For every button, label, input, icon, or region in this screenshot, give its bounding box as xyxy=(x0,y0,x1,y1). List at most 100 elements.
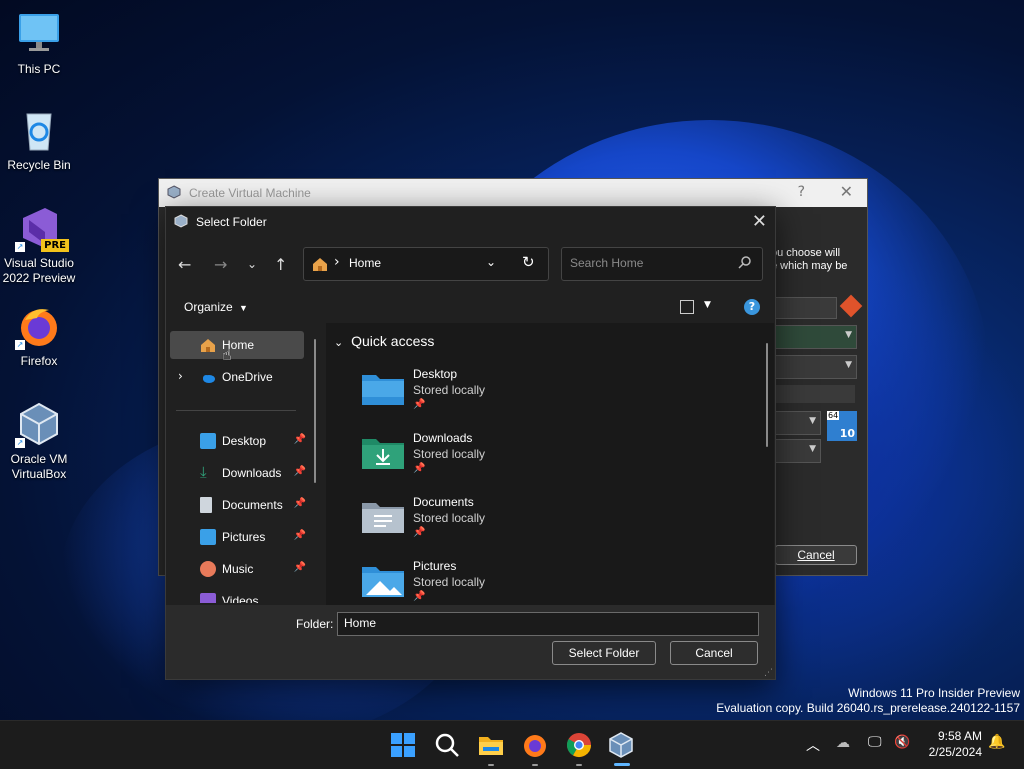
close-icon[interactable]: ✕ xyxy=(840,182,853,201)
navigation-pane: Home ☝ › OneDrive Desktop 📌 ⤓ Downloads … xyxy=(166,323,324,603)
onedrive-offline-icon[interactable]: ☁ xyxy=(836,735,850,751)
pin-icon: 📌 xyxy=(293,434,306,445)
version-combo[interactable]: ▼ xyxy=(775,439,821,463)
downloads-folder-icon xyxy=(362,435,404,469)
quick-access-item-pictures[interactable]: Pictures Stored locally 📌 xyxy=(362,559,662,605)
cancel-button[interactable]: Cancel xyxy=(670,641,758,665)
recent-locations-chevron-icon[interactable]: ⌄ xyxy=(247,257,257,271)
close-icon[interactable]: ✕ xyxy=(752,211,767,232)
document-icon xyxy=(200,497,212,513)
network-icon[interactable]: 🖵 xyxy=(868,734,882,750)
notification-bell-icon[interactable]: 🔔 xyxy=(988,734,1005,750)
download-icon: ⤓ xyxy=(200,463,207,481)
video-icon xyxy=(200,593,216,603)
help-icon[interactable]: ? xyxy=(744,299,760,315)
chrome-icon[interactable] xyxy=(565,731,593,759)
search-icon[interactable] xyxy=(433,731,461,759)
create-vm-titlebar[interactable]: Create Virtual Machine ? ✕ xyxy=(159,179,867,207)
nav-item-videos[interactable]: Videos xyxy=(170,587,304,603)
shortcut-arrow-icon: ↗ xyxy=(15,438,25,448)
view-options-button[interactable]: ▼ xyxy=(680,299,716,315)
desktop-folder-icon xyxy=(200,433,216,449)
nav-item-desktop[interactable]: Desktop 📌 xyxy=(170,427,306,455)
active-app-indicator xyxy=(614,763,630,766)
pin-icon: 📌 xyxy=(293,466,306,477)
nav-item-downloads[interactable]: ⤓ Downloads 📌 xyxy=(170,459,306,487)
pre-badge: PRE xyxy=(41,239,69,252)
shortcut-arrow-icon: ↗ xyxy=(15,340,25,350)
visual-studio-icon: PRE ↗ xyxy=(15,204,69,252)
desktop-icon-visual-studio[interactable]: PRE ↗ Visual Studio 2022 Preview xyxy=(2,204,76,286)
quick-access-item-desktop[interactable]: Desktop Stored locally 📌 xyxy=(362,367,662,423)
select-folder-button[interactable]: Select Folder xyxy=(552,641,656,665)
nav-item-music[interactable]: Music 📌 xyxy=(170,555,306,583)
nav-divider xyxy=(176,410,296,411)
search-box[interactable]: Search Home xyxy=(561,247,763,281)
desktop-icon-this-pc[interactable]: This PC xyxy=(2,10,76,77)
running-indicator xyxy=(576,764,582,766)
expand-chevron-icon[interactable]: › xyxy=(178,369,183,383)
pin-icon: 📌 xyxy=(413,399,426,410)
pin-icon: 📌 xyxy=(413,527,426,538)
nav-scrollbar[interactable] xyxy=(314,339,316,483)
speaker-muted-icon[interactable]: 🔇 xyxy=(894,735,910,750)
desktop-icon-label: Recycle Bin xyxy=(7,158,71,172)
folder-input[interactable]: Home xyxy=(337,612,759,636)
nav-item-home[interactable]: Home ☝ xyxy=(170,331,304,364)
resize-grip-icon[interactable]: ⋰ xyxy=(764,668,773,678)
file-explorer-icon[interactable] xyxy=(477,731,505,759)
desktop-icon-label: Visual Studio 2022 Preview xyxy=(2,256,76,285)
nav-item-pictures[interactable]: Pictures 📌 xyxy=(170,523,306,551)
edition-combo[interactable]: ▼ xyxy=(775,355,857,379)
virtualbox-small-icon xyxy=(167,185,181,199)
dialog-bottom-bar: Folder: Home Select Folder Cancel ⋰ xyxy=(166,605,775,679)
quick-access-item-documents[interactable]: Documents Stored locally 📌 xyxy=(362,495,662,551)
firefox-icon[interactable] xyxy=(521,731,549,759)
dialog-title: Select Folder xyxy=(196,215,267,229)
search-input[interactable]: Search Home xyxy=(570,256,643,270)
pictures-folder-icon xyxy=(362,563,404,597)
refresh-icon[interactable]: ↻ xyxy=(522,253,535,271)
documents-folder-icon xyxy=(362,499,404,533)
pin-icon: 📌 xyxy=(293,562,306,573)
collapse-chevron-icon: ⌄ xyxy=(334,337,344,349)
pin-icon: 📌 xyxy=(413,591,426,602)
desktop-icon-virtualbox[interactable]: ↗ Oracle VM VirtualBox xyxy=(2,400,76,482)
vm-cancel-button[interactable]: Cancel xyxy=(775,545,857,565)
folder-label: Folder: xyxy=(296,617,334,631)
chevron-down-icon: ▼ xyxy=(809,444,816,454)
dialog-titlebar[interactable]: Select Folder ✕ xyxy=(166,207,775,237)
address-separator: › xyxy=(334,254,340,270)
folder-field[interactable] xyxy=(775,297,837,319)
home-icon xyxy=(200,337,216,353)
taskbar: ︿ ☁ 🖵 🔇 9:58 AM 2/25/2024 🔔 xyxy=(0,720,1024,769)
chevron-down-icon: ▼ xyxy=(845,330,852,340)
virtualbox-icon: ↗ xyxy=(15,400,63,448)
warning-icon xyxy=(839,294,863,318)
up-arrow-icon[interactable]: ↑ xyxy=(274,255,287,274)
show-hidden-icons-chevron-icon[interactable]: ︿ xyxy=(806,735,820,755)
desktop-icon-firefox[interactable]: ↗ Firefox xyxy=(2,302,76,369)
chevron-down-icon: ▼ xyxy=(239,303,248,313)
address-text: Home xyxy=(349,256,382,270)
organize-button[interactable]: Organize ▼ xyxy=(184,300,248,314)
iso-combo[interactable]: ▼ xyxy=(775,325,857,349)
quick-access-header[interactable]: ⌄ Quick access xyxy=(334,333,434,349)
nav-item-onedrive[interactable]: › OneDrive xyxy=(170,363,304,391)
content-scrollbar[interactable] xyxy=(766,343,768,447)
help-button[interactable]: ? xyxy=(798,184,805,200)
virtualbox-taskbar-icon[interactable] xyxy=(607,731,637,759)
virtualbox-small-icon xyxy=(174,214,188,228)
nav-item-documents[interactable]: Documents 📌 xyxy=(170,491,306,519)
back-arrow-icon[interactable]: ← xyxy=(178,255,191,274)
start-windows-icon[interactable] xyxy=(389,731,417,759)
subtype-combo[interactable]: ▼ xyxy=(775,411,821,435)
pin-icon: 📌 xyxy=(293,530,306,541)
forward-arrow-icon[interactable]: → xyxy=(214,255,227,274)
quick-access-item-downloads[interactable]: Downloads Stored locally 📌 xyxy=(362,431,662,487)
address-bar[interactable]: › Home ⌄ ↻ xyxy=(303,247,549,281)
monitor-icon xyxy=(15,10,63,58)
clock[interactable]: 9:58 AM 2/25/2024 xyxy=(922,728,982,760)
desktop-icon-recycle-bin[interactable]: Recycle Bin xyxy=(2,106,76,173)
address-dropdown-icon[interactable]: ⌄ xyxy=(486,255,496,269)
